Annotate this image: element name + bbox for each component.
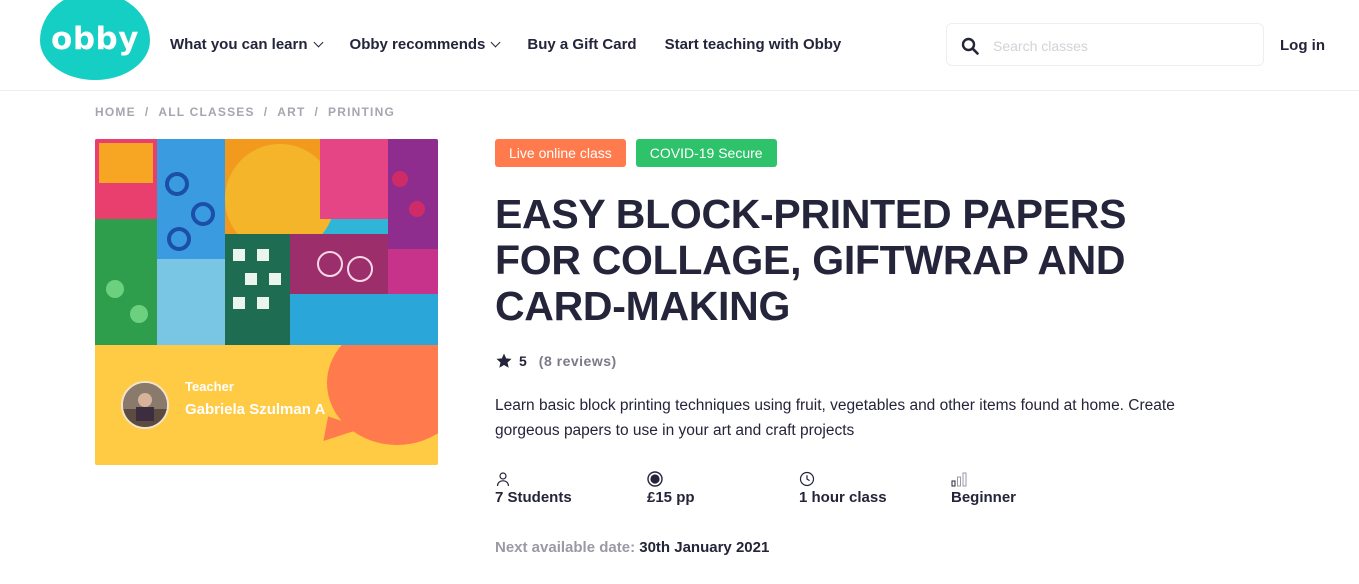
breadcrumb-printing[interactable]: PRINTING — [328, 105, 395, 119]
logo-text: obby — [51, 21, 139, 57]
stat-level: Beginner — [951, 471, 1103, 506]
login-link[interactable]: Log in — [1280, 37, 1325, 54]
breadcrumb-art[interactable]: ART — [277, 105, 305, 119]
teacher-panel: Teacher Gabriela Szulman A — [95, 345, 438, 465]
clock-icon — [799, 471, 815, 487]
breadcrumb-separator: / — [314, 105, 320, 119]
breadcrumb-all-classes[interactable]: ALL CLASSES — [158, 105, 254, 119]
nav-obby-recommends[interactable]: Obby recommends — [349, 36, 501, 53]
next-date-label: Next available date: — [495, 539, 636, 556]
stat-duration: 1 hour class — [799, 471, 951, 506]
nav-label: Obby recommends — [349, 36, 486, 53]
class-card: Teacher Gabriela Szulman A — [95, 139, 438, 465]
stat-value: £15 pp — [647, 489, 695, 506]
site-header: obby What you can learn Obby recommends … — [0, 0, 1359, 91]
nav-start-teaching[interactable]: Start teaching with Obby — [665, 36, 842, 53]
nav-what-you-can-learn[interactable]: What you can learn — [170, 36, 323, 53]
obby-logo[interactable]: obby — [40, 0, 150, 80]
teacher-name[interactable]: Gabriela Szulman A — [185, 401, 331, 418]
breadcrumb-separator: / — [263, 105, 269, 119]
person-icon — [496, 472, 510, 487]
search-icon[interactable] — [961, 37, 979, 55]
page-title: EASY BLOCK-PRINTED PAPERS FOR COLLAGE, G… — [495, 191, 1127, 329]
stat-students: 7 Students — [495, 471, 647, 506]
next-date-value: 30th January 2021 — [639, 539, 770, 556]
search-input[interactable] — [991, 34, 1255, 58]
covid-secure-badge: COVID-19 Secure — [635, 139, 777, 167]
nav-label: What you can learn — [170, 36, 308, 53]
search-box[interactable] — [946, 23, 1264, 66]
nav-label: Start teaching with Obby — [664, 36, 842, 53]
class-image — [95, 139, 438, 345]
live-online-badge: Live online class — [495, 139, 626, 167]
teacher-label: Teacher — [185, 379, 234, 394]
star-icon — [496, 353, 512, 368]
class-description: Learn basic block printing techniques us… — [495, 397, 1175, 439]
chevron-down-icon — [490, 37, 501, 48]
stat-price: £15 pp — [647, 471, 799, 506]
avatar-photo — [123, 383, 167, 427]
main-nav: What you can learn Obby recommends Buy a… — [170, 36, 869, 53]
breadcrumb-separator: / — [144, 105, 150, 119]
avatar — [121, 381, 169, 429]
class-tags: Live online class COVID-19 Secure — [495, 139, 787, 167]
breadcrumb-home[interactable]: HOME — [95, 105, 136, 119]
nav-gift-card[interactable]: Buy a Gift Card — [527, 36, 636, 53]
nav-label: Buy a Gift Card — [527, 36, 637, 53]
stat-value: 1 hour class — [799, 489, 887, 506]
class-stats: 7 Students £15 pp 1 hour class Beginner — [495, 471, 1103, 506]
level-bars-icon — [951, 472, 967, 487]
reviews-link[interactable]: (8 reviews) — [539, 353, 617, 369]
stat-value: 7 Students — [495, 489, 572, 506]
rating: 5 (8 reviews) — [495, 352, 617, 370]
chevron-down-icon — [313, 37, 323, 48]
next-available-date: Next available date: 30th January 2021 — [495, 539, 769, 556]
breadcrumb: HOME / ALL CLASSES / ART / PRINTING — [95, 105, 395, 119]
stat-value: Beginner — [951, 489, 1017, 506]
pound-icon — [647, 471, 663, 487]
rating-score: 5 — [519, 353, 527, 369]
